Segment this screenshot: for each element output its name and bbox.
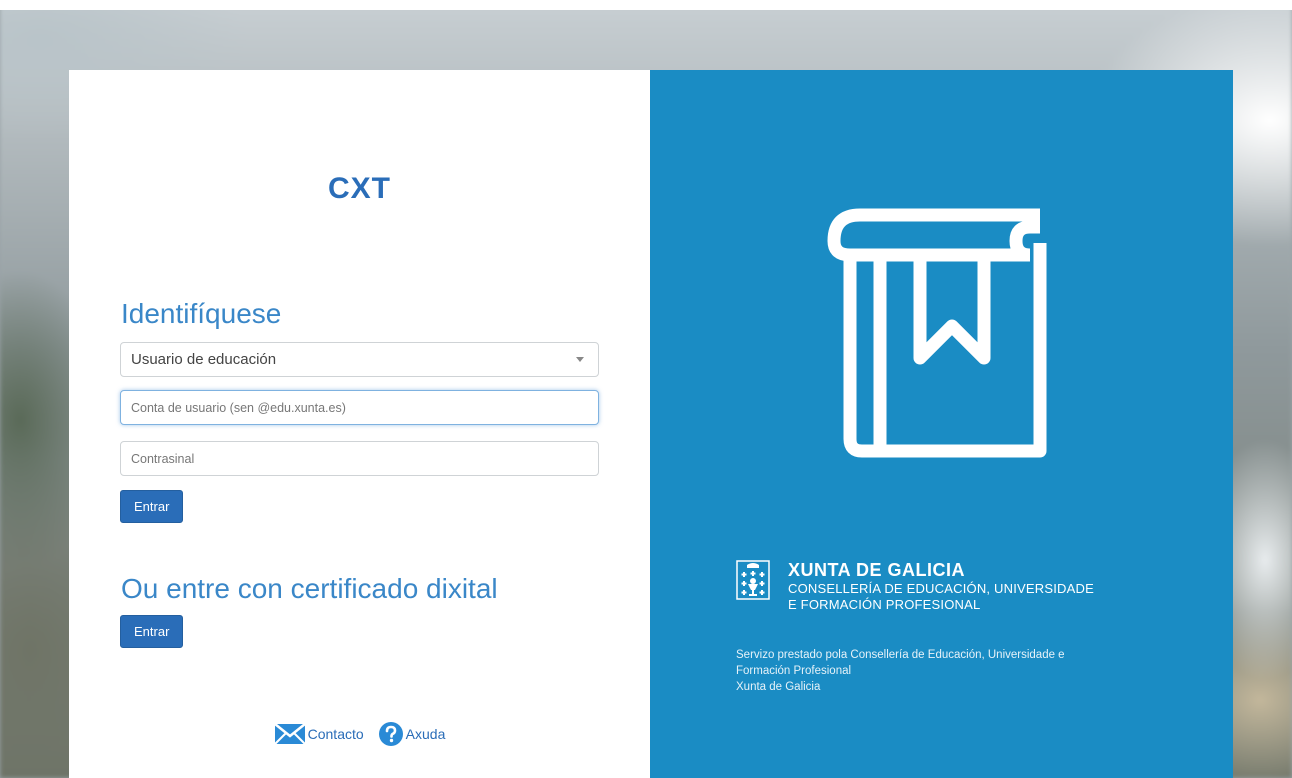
service-line-2: Formación Profesional	[736, 665, 852, 677]
certificate-heading: Ou entre con certificado dixital	[121, 573, 498, 604]
login-heading: Identifíquese	[121, 298, 282, 329]
username-input[interactable]	[120, 390, 599, 425]
login-button[interactable]: Entrar	[120, 490, 184, 523]
help-label: Axuda	[405, 726, 446, 742]
top-band	[0, 0, 1292, 10]
caret-down-icon	[576, 357, 584, 362]
app-title: CXT	[328, 172, 391, 205]
envelope-icon	[273, 723, 306, 745]
login-panel: CXT Identifíquese Usuario de educación E…	[69, 70, 650, 778]
xunta-crest-icon	[736, 560, 770, 600]
xunta-logo: XUNTA DE GALICIA CONSELLERÍA DE EDUCACIÓ…	[736, 560, 1094, 612]
branding-panel: XUNTA DE GALICIA CONSELLERÍA DE EDUCACIÓ…	[650, 70, 1233, 778]
service-note: Servizo prestado pola Consellería de Edu…	[736, 647, 1156, 695]
password-input[interactable]	[120, 441, 599, 476]
service-line-1: Servizo prestado pola Consellería de Edu…	[736, 649, 1065, 661]
login-card: CXT Identifíquese Usuario de educación E…	[69, 70, 1233, 778]
contact-label: Contacto	[307, 726, 364, 742]
book-bookmark-icon	[820, 203, 1050, 463]
contact-link[interactable]: Contacto	[273, 723, 364, 745]
user-type-select[interactable]: Usuario de educación	[120, 342, 599, 377]
footer-links: Contacto Axuda	[69, 721, 650, 747]
help-link[interactable]: Axuda	[378, 721, 446, 747]
org-name: XUNTA DE GALICIA	[788, 560, 965, 580]
service-line-3: Xunta de Galicia	[736, 681, 821, 693]
dept-line-2: E FORMACIÓN PROFESIONAL	[788, 597, 981, 612]
help-icon	[378, 721, 404, 747]
user-type-selected: Usuario de educación	[131, 351, 277, 368]
dept-line-1: CONSELLERÍA DE EDUCACIÓN, UNIVERSIDADE	[788, 581, 1094, 596]
certificate-login-button[interactable]: Entrar	[120, 615, 184, 648]
